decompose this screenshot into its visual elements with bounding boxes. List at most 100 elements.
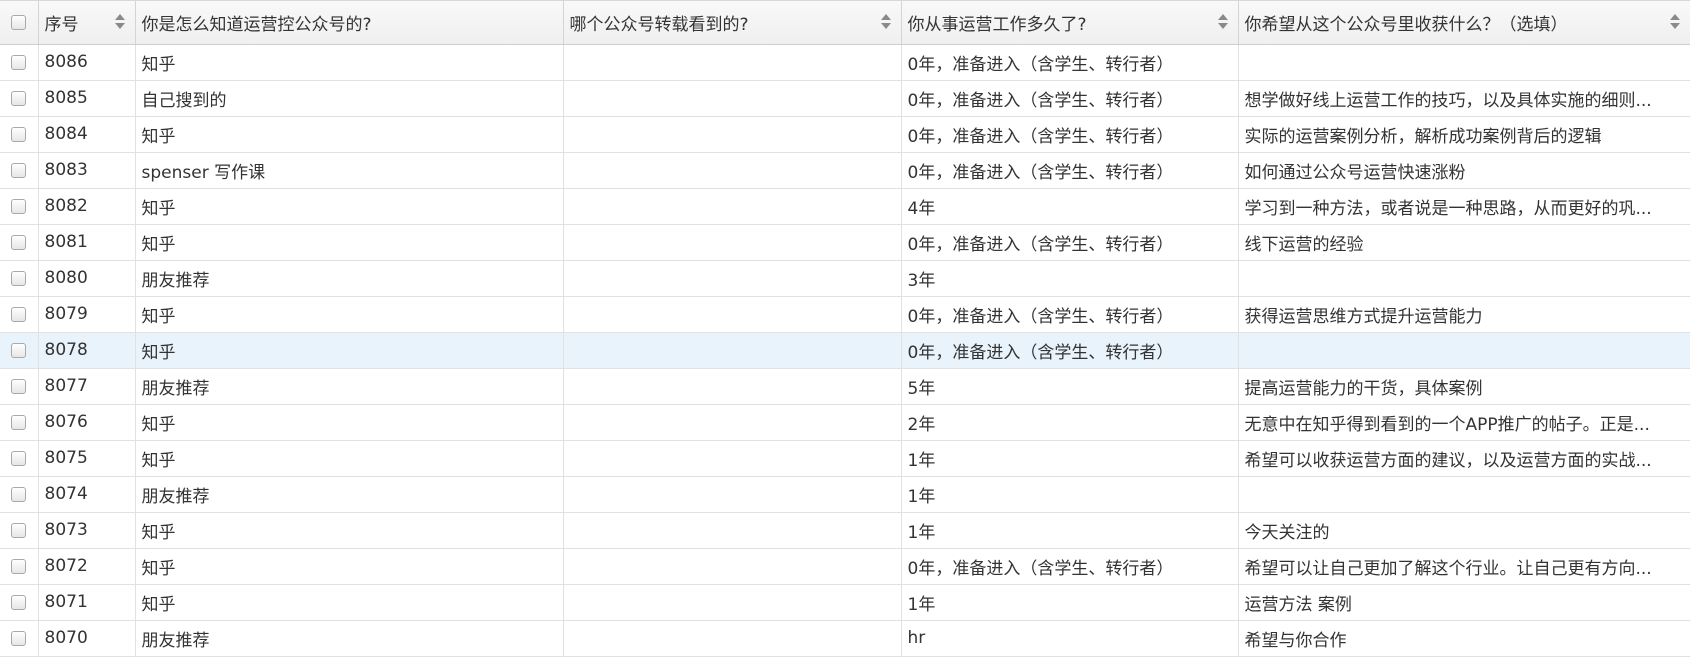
row-select-cell[interactable] bbox=[0, 512, 39, 549]
table-row[interactable]: 8073 知乎 1年 今天关注的 bbox=[0, 512, 1690, 549]
cell-repost bbox=[563, 332, 902, 369]
row-select-cell[interactable] bbox=[0, 440, 39, 477]
row-checkbox[interactable] bbox=[11, 414, 27, 430]
row-select-cell[interactable] bbox=[0, 152, 39, 189]
row-checkbox[interactable] bbox=[11, 594, 27, 610]
cell-id: 8073 bbox=[38, 512, 136, 549]
table-row[interactable]: 8086 知乎 0年，准备进入（含学生、转行者） bbox=[0, 44, 1690, 81]
column-header-label: 你希望从这个公众号里收获什么？（选填） bbox=[1244, 14, 1568, 35]
cell-repost bbox=[563, 296, 902, 333]
cell-repost bbox=[563, 188, 902, 225]
table-row[interactable]: 8082 知乎 4年 学习到一种方法，或者说是一种思路，从而更好的巩... bbox=[0, 188, 1690, 225]
row-select-cell[interactable] bbox=[0, 224, 39, 261]
row-checkbox[interactable] bbox=[11, 378, 27, 394]
column-header-label: 你是怎么知道运营控公众号的? bbox=[141, 14, 372, 35]
row-select-cell[interactable] bbox=[0, 548, 39, 585]
cell-expectation: 今天关注的 bbox=[1238, 512, 1690, 549]
cell-source: 朋友推荐 bbox=[135, 620, 564, 657]
cell-source: 朋友推荐 bbox=[135, 260, 564, 297]
cell-source: 知乎 bbox=[135, 188, 564, 225]
select-all-checkbox[interactable] bbox=[11, 14, 27, 30]
cell-id: 8075 bbox=[38, 440, 136, 477]
table-row[interactable]: 8079 知乎 0年，准备进入（含学生、转行者） 获得运营思维方式提升运营能力 bbox=[0, 296, 1690, 333]
cell-source: 知乎 bbox=[135, 224, 564, 261]
table-row[interactable]: 8084 知乎 0年，准备进入（含学生、转行者） 实际的运营案例分析，解析成功案例背后… bbox=[0, 116, 1690, 153]
cell-repost bbox=[563, 584, 902, 621]
row-checkbox[interactable] bbox=[11, 306, 27, 322]
row-checkbox[interactable] bbox=[11, 234, 27, 250]
table-row[interactable]: 8076 知乎 2年 无意中在知乎得到看到的一个APP推广的帖子。正是... bbox=[0, 404, 1690, 441]
row-checkbox[interactable] bbox=[11, 270, 27, 286]
row-select-cell[interactable] bbox=[0, 476, 39, 513]
cell-repost bbox=[563, 44, 902, 81]
sort-arrows-icon[interactable] bbox=[114, 14, 125, 30]
table-row[interactable]: 8071 知乎 1年 运营方法 案例 bbox=[0, 584, 1690, 621]
row-select-cell[interactable] bbox=[0, 584, 39, 621]
table-row[interactable]: 8080 朋友推荐 3年 bbox=[0, 260, 1690, 297]
row-select-cell[interactable] bbox=[0, 44, 39, 81]
cell-expectation: 获得运营思维方式提升运营能力 bbox=[1238, 296, 1690, 333]
column-header-expectation[interactable]: 你希望从这个公众号里收获什么？（选填） bbox=[1238, 1, 1690, 45]
row-select-cell[interactable] bbox=[0, 404, 39, 441]
cell-expectation bbox=[1238, 260, 1690, 297]
cell-expectation: 想学做好线上运营工作的技巧，以及具体实施的细则... bbox=[1238, 80, 1690, 117]
cell-expectation bbox=[1238, 332, 1690, 369]
column-header-experience[interactable]: 你从事运营工作多久了? bbox=[901, 1, 1239, 45]
row-select-cell[interactable] bbox=[0, 620, 39, 657]
cell-expectation: 实际的运营案例分析，解析成功案例背后的逻辑 bbox=[1238, 116, 1690, 153]
cell-experience: 1年 bbox=[901, 476, 1239, 513]
row-checkbox[interactable] bbox=[11, 522, 27, 538]
sort-arrows-icon[interactable] bbox=[1217, 14, 1228, 30]
row-checkbox[interactable] bbox=[11, 54, 27, 70]
cell-expectation: 运营方法 案例 bbox=[1238, 584, 1690, 621]
row-select-cell[interactable] bbox=[0, 296, 39, 333]
cell-expectation: 希望与你合作 bbox=[1238, 620, 1690, 657]
table-row[interactable]: 8085 自己搜到的 0年，准备进入（含学生、转行者） 想学做好线上运营工作的技巧，以… bbox=[0, 80, 1690, 117]
row-select-cell[interactable] bbox=[0, 368, 39, 405]
table-row[interactable]: 8077 朋友推荐 5年 提高运营能力的干货，具体案例 bbox=[0, 368, 1690, 405]
row-checkbox[interactable] bbox=[11, 630, 27, 646]
row-checkbox[interactable] bbox=[11, 558, 27, 574]
table-row[interactable]: 8078 知乎 0年，准备进入（含学生、转行者） bbox=[0, 332, 1690, 369]
cell-experience: 4年 bbox=[901, 188, 1239, 225]
row-checkbox[interactable] bbox=[11, 126, 27, 142]
cell-source: 知乎 bbox=[135, 512, 564, 549]
cell-source: 朋友推荐 bbox=[135, 368, 564, 405]
cell-repost bbox=[563, 80, 902, 117]
cell-source: 知乎 bbox=[135, 296, 564, 333]
select-all-header[interactable] bbox=[0, 1, 39, 45]
row-select-cell[interactable] bbox=[0, 80, 39, 117]
cell-repost bbox=[563, 476, 902, 513]
row-checkbox[interactable] bbox=[11, 450, 27, 466]
cell-repost bbox=[563, 116, 902, 153]
table-row[interactable]: 8074 朋友推荐 1年 bbox=[0, 476, 1690, 513]
row-select-cell[interactable] bbox=[0, 188, 39, 225]
sort-arrows-icon[interactable] bbox=[1669, 14, 1680, 30]
column-header-source[interactable]: 你是怎么知道运营控公众号的? bbox=[135, 1, 564, 45]
cell-expectation: 线下运营的经验 bbox=[1238, 224, 1690, 261]
table-row[interactable]: 8083 spenser 写作课 0年，准备进入（含学生、转行者） 如何通过公众号运营… bbox=[0, 152, 1690, 189]
table-row[interactable]: 8075 知乎 1年 希望可以收获运营方面的建议，以及运营方面的实战... bbox=[0, 440, 1690, 477]
column-header-repost[interactable]: 哪个公众号转载看到的? bbox=[563, 1, 902, 45]
table-row[interactable]: 8070 朋友推荐 hr 希望与你合作 bbox=[0, 620, 1690, 657]
row-checkbox[interactable] bbox=[11, 90, 27, 106]
cell-experience: 0年，准备进入（含学生、转行者） bbox=[901, 44, 1239, 81]
row-select-cell[interactable] bbox=[0, 332, 39, 369]
cell-id: 8079 bbox=[38, 296, 136, 333]
cell-source: 知乎 bbox=[135, 404, 564, 441]
row-checkbox[interactable] bbox=[11, 486, 27, 502]
cell-repost bbox=[563, 512, 902, 549]
row-checkbox[interactable] bbox=[11, 198, 27, 214]
cell-repost bbox=[563, 368, 902, 405]
column-header-id[interactable]: 序号 bbox=[38, 1, 136, 45]
row-checkbox[interactable] bbox=[11, 162, 27, 178]
cell-repost bbox=[563, 440, 902, 477]
cell-expectation: 提高运营能力的干货，具体案例 bbox=[1238, 368, 1690, 405]
row-select-cell[interactable] bbox=[0, 260, 39, 297]
sort-arrows-icon[interactable] bbox=[880, 14, 891, 30]
row-checkbox[interactable] bbox=[11, 342, 27, 358]
table-row[interactable]: 8081 知乎 0年，准备进入（含学生、转行者） 线下运营的经验 bbox=[0, 224, 1690, 261]
row-select-cell[interactable] bbox=[0, 116, 39, 153]
table-row[interactable]: 8072 知乎 0年，准备进入（含学生、转行者） 希望可以让自己更加了解这个行业。让自… bbox=[0, 548, 1690, 585]
cell-source: 知乎 bbox=[135, 548, 564, 585]
